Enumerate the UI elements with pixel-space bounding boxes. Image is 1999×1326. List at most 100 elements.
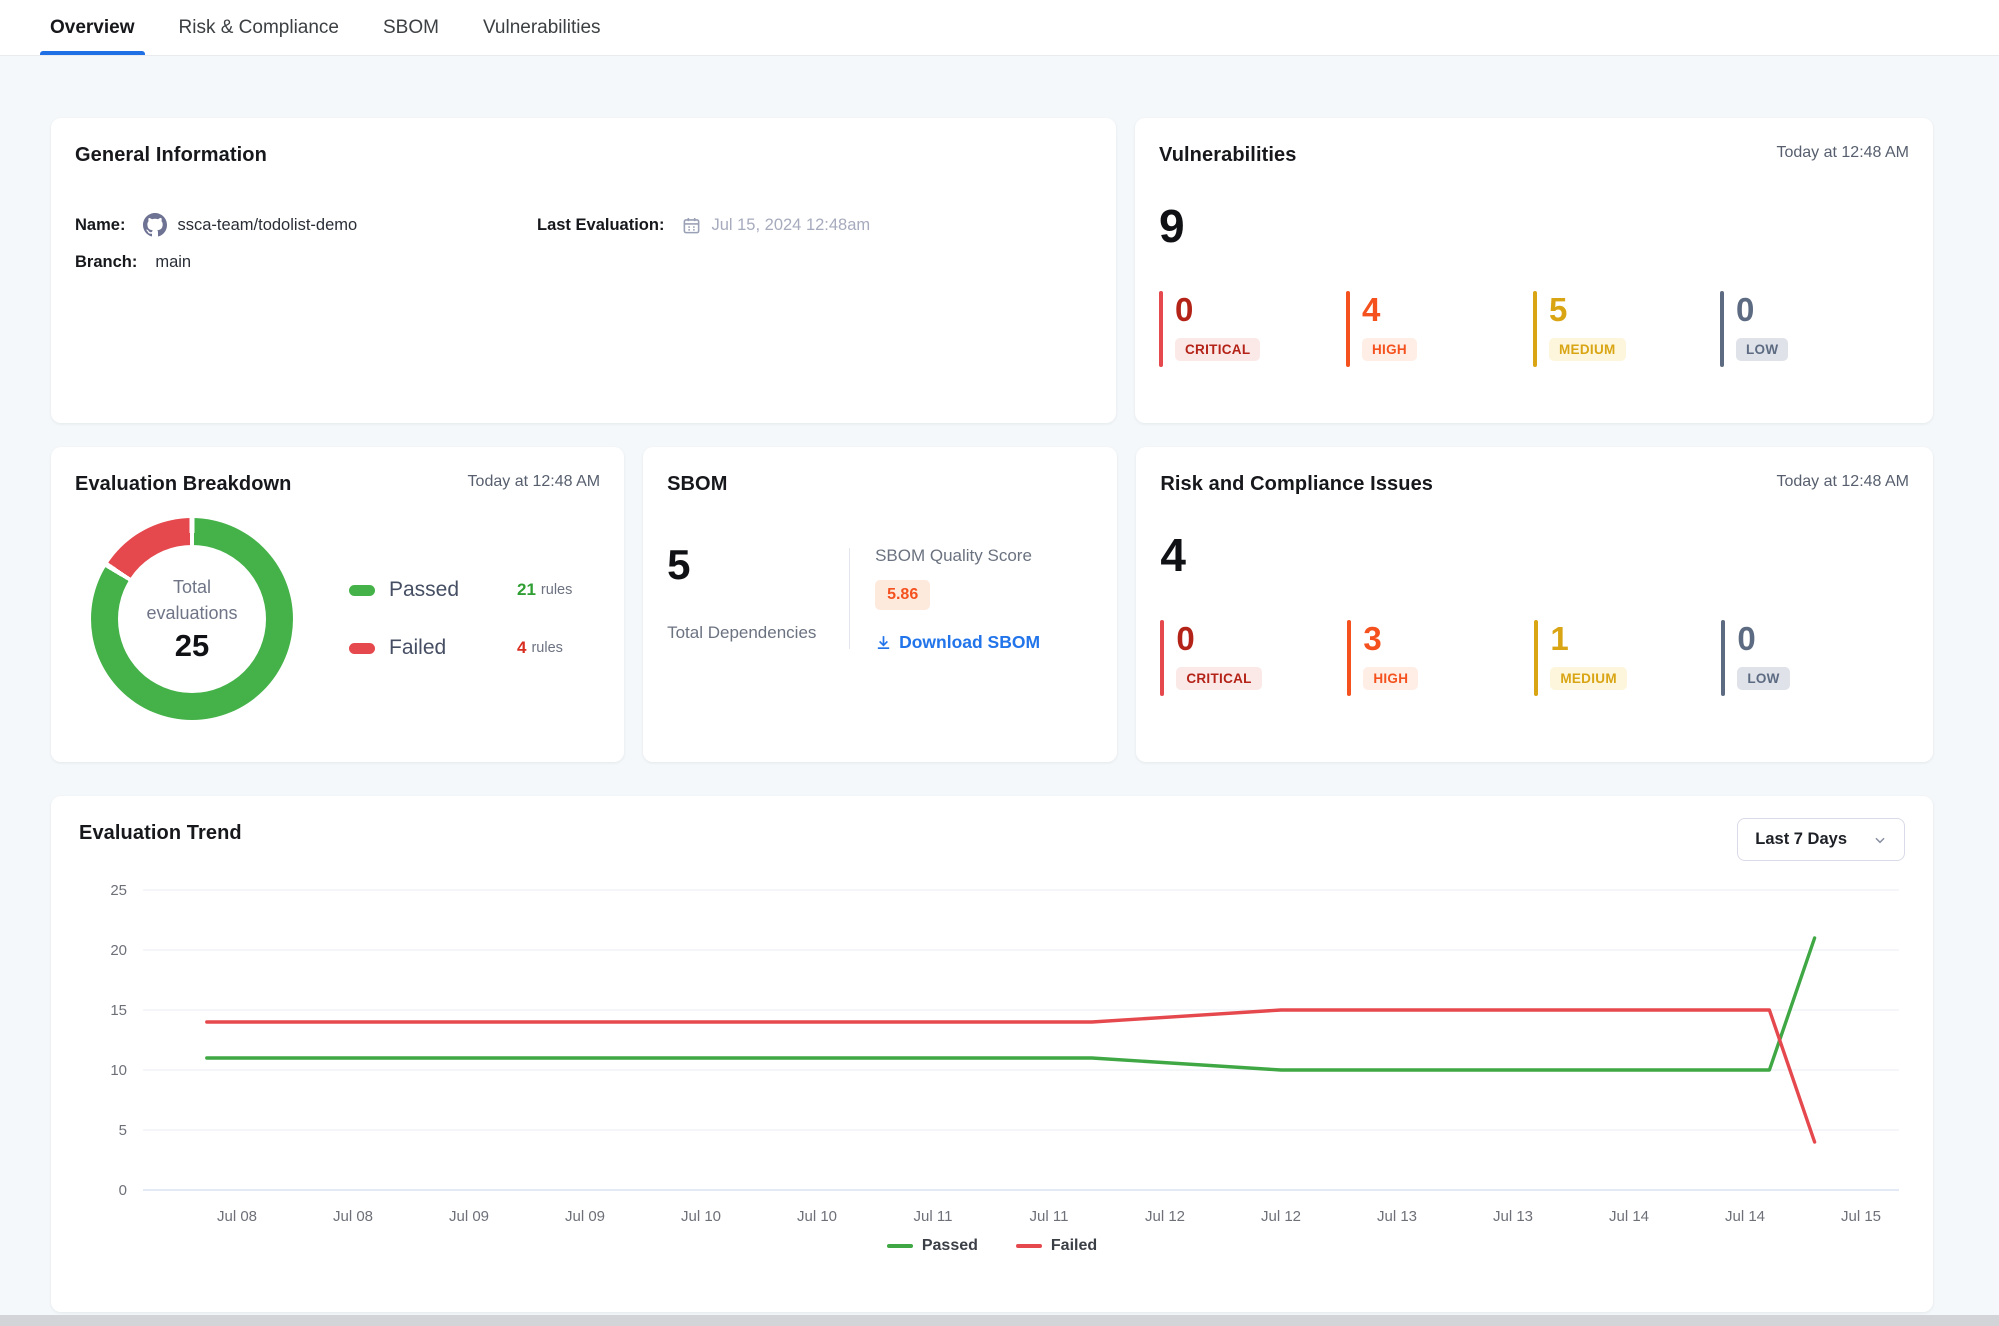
- sbom-quality-score-label: SBOM Quality Score: [875, 546, 1040, 566]
- severity-bar: [1720, 291, 1724, 367]
- severity-badge: LOW: [1737, 667, 1789, 690]
- breakdown-legend: Passed 21 rules Failed 4 rules: [349, 578, 572, 660]
- severity-critical: 0 CRITICAL: [1159, 291, 1346, 367]
- vulnerabilities-card: Vulnerabilities Today at 12:48 AM 9 0 CR…: [1135, 118, 1933, 423]
- time-range-dropdown[interactable]: Last 7 Days: [1737, 818, 1905, 861]
- branch-row: Branch: main: [75, 253, 537, 272]
- risk-compliance-total: 4: [1160, 532, 1909, 578]
- svg-text:20: 20: [110, 942, 127, 959]
- severity-count: 0: [1175, 293, 1260, 326]
- svg-text:15: 15: [110, 1002, 127, 1019]
- legend-item-failed[interactable]: Failed 4 rules: [349, 636, 572, 660]
- severity-badge: CRITICAL: [1175, 338, 1260, 361]
- severity-badge: CRITICAL: [1176, 667, 1261, 690]
- trend-line-chart: 0510152025Jul 08Jul 08Jul 09Jul 09Jul 10…: [79, 877, 1905, 1229]
- total-dependencies-value: 5: [667, 544, 849, 586]
- failed-line-swatch: [1016, 1244, 1042, 1248]
- svg-text:Jul 13: Jul 13: [1377, 1208, 1417, 1225]
- bottom-scrollbar-strip[interactable]: [0, 1315, 1999, 1326]
- severity-badge: LOW: [1736, 338, 1788, 361]
- tab-vulnerabilities-label: Vulnerabilities: [483, 17, 601, 39]
- download-sbom-link[interactable]: Download SBOM: [875, 632, 1040, 653]
- sbom-card: SBOM 5 Total Dependencies SBOM Quality S…: [643, 447, 1117, 762]
- evaluation-breakdown-card: Evaluation Breakdown Today at 12:48 AM T…: [51, 447, 624, 762]
- risk-compliance-timestamp: Today at 12:48 AM: [1776, 473, 1909, 491]
- trend-legend-passed[interactable]: Passed: [887, 1237, 978, 1255]
- svg-text:Jul 15: Jul 15: [1841, 1208, 1881, 1225]
- severity-medium: 5 MEDIUM: [1533, 291, 1720, 367]
- donut-center: Total evaluations 25: [91, 518, 293, 720]
- name-label: Name:: [75, 216, 125, 235]
- vulnerabilities-timestamp: Today at 12:48 AM: [1776, 144, 1909, 162]
- repo-name-row: Name: ssca-team/todolist-demo: [75, 213, 537, 237]
- severity-bar: [1721, 620, 1725, 696]
- donut-center-label: Total evaluations: [132, 574, 252, 626]
- repo-name-value: ssca-team/todolist-demo: [177, 216, 357, 235]
- severity-high: 3 HIGH: [1347, 620, 1534, 696]
- svg-text:5: 5: [119, 1122, 127, 1139]
- dashboard-content: General Information Name: ssca-team/todo…: [0, 56, 1999, 1312]
- legend-item-passed[interactable]: Passed 21 rules: [349, 578, 572, 602]
- severity-count: 5: [1549, 293, 1626, 326]
- svg-text:Jul 08: Jul 08: [333, 1208, 373, 1225]
- severity-low: 0 LOW: [1721, 620, 1908, 696]
- svg-text:25: 25: [110, 882, 127, 899]
- tab-vulnerabilities[interactable]: Vulnerabilities: [481, 0, 603, 55]
- severity-critical: 0 CRITICAL: [1160, 620, 1347, 696]
- svg-text:Jul 10: Jul 10: [681, 1208, 721, 1225]
- sbom-title: SBOM: [667, 473, 727, 496]
- branch-value: main: [155, 253, 191, 272]
- trend-chart-svg: 0510152025Jul 08Jul 08Jul 09Jul 09Jul 10…: [79, 877, 1905, 1229]
- failed-swatch: [349, 643, 375, 654]
- severity-bar: [1346, 291, 1350, 367]
- svg-text:Jul 10: Jul 10: [797, 1208, 837, 1225]
- severity-bar: [1347, 620, 1351, 696]
- last-evaluation-label: Last Evaluation:: [537, 216, 664, 235]
- vulnerabilities-severity-row: 0 CRITICAL 4 HIGH 5 MEDIUM 0 LOW: [1159, 291, 1909, 367]
- severity-count: 3: [1363, 622, 1418, 655]
- legend-value: 21: [517, 580, 536, 600]
- svg-text:Jul 12: Jul 12: [1261, 1208, 1301, 1225]
- svg-text:Jul 11: Jul 11: [914, 1208, 953, 1225]
- tab-overview[interactable]: Overview: [48, 0, 137, 55]
- total-dependencies-label: Total Dependencies: [667, 620, 849, 646]
- tab-sbom[interactable]: SBOM: [381, 0, 441, 55]
- last-evaluation-value: Jul 15, 2024 12:48am: [711, 216, 870, 235]
- vulnerabilities-title: Vulnerabilities: [1159, 144, 1296, 167]
- svg-text:Jul 08: Jul 08: [217, 1208, 257, 1225]
- severity-count: 0: [1737, 622, 1789, 655]
- legend-label: Passed: [389, 578, 517, 602]
- risk-severity-row: 0 CRITICAL 3 HIGH 1 MEDIUM 0 LOW: [1160, 620, 1909, 696]
- tab-bar: Overview Risk & Compliance SBOM Vulnerab…: [0, 0, 1999, 56]
- trend-legend-label: Passed: [922, 1237, 978, 1255]
- svg-text:Jul 14: Jul 14: [1609, 1208, 1649, 1225]
- severity-count: 4: [1362, 293, 1417, 326]
- time-range-value: Last 7 Days: [1755, 830, 1847, 849]
- severity-count: 1: [1550, 622, 1627, 655]
- svg-text:Jul 12: Jul 12: [1145, 1208, 1185, 1225]
- general-information-title: General Information: [75, 144, 267, 167]
- svg-text:Jul 11: Jul 11: [1030, 1208, 1069, 1225]
- tab-risk-compliance[interactable]: Risk & Compliance: [177, 0, 342, 55]
- severity-high: 4 HIGH: [1346, 291, 1533, 367]
- download-icon: [875, 634, 892, 651]
- severity-badge: MEDIUM: [1550, 667, 1627, 690]
- svg-text:Jul 14: Jul 14: [1725, 1208, 1765, 1225]
- evaluation-breakdown-title: Evaluation Breakdown: [75, 473, 292, 496]
- github-icon: [143, 213, 167, 237]
- svg-text:0: 0: [119, 1182, 127, 1199]
- severity-count: 0: [1736, 293, 1788, 326]
- severity-badge: HIGH: [1362, 338, 1417, 361]
- severity-bar: [1533, 291, 1537, 367]
- severity-count: 0: [1176, 622, 1261, 655]
- sbom-quality-score-badge: 5.86: [875, 580, 930, 610]
- severity-bar: [1534, 620, 1538, 696]
- trend-legend: Passed Failed: [79, 1237, 1905, 1255]
- evaluation-trend-card: Evaluation Trend Last 7 Days 0510152025J…: [51, 796, 1933, 1312]
- passed-line-swatch: [887, 1244, 913, 1248]
- passed-swatch: [349, 585, 375, 596]
- svg-text:Jul 13: Jul 13: [1493, 1208, 1533, 1225]
- download-sbom-label: Download SBOM: [899, 632, 1040, 653]
- severity-badge: MEDIUM: [1549, 338, 1626, 361]
- trend-legend-failed[interactable]: Failed: [1016, 1237, 1097, 1255]
